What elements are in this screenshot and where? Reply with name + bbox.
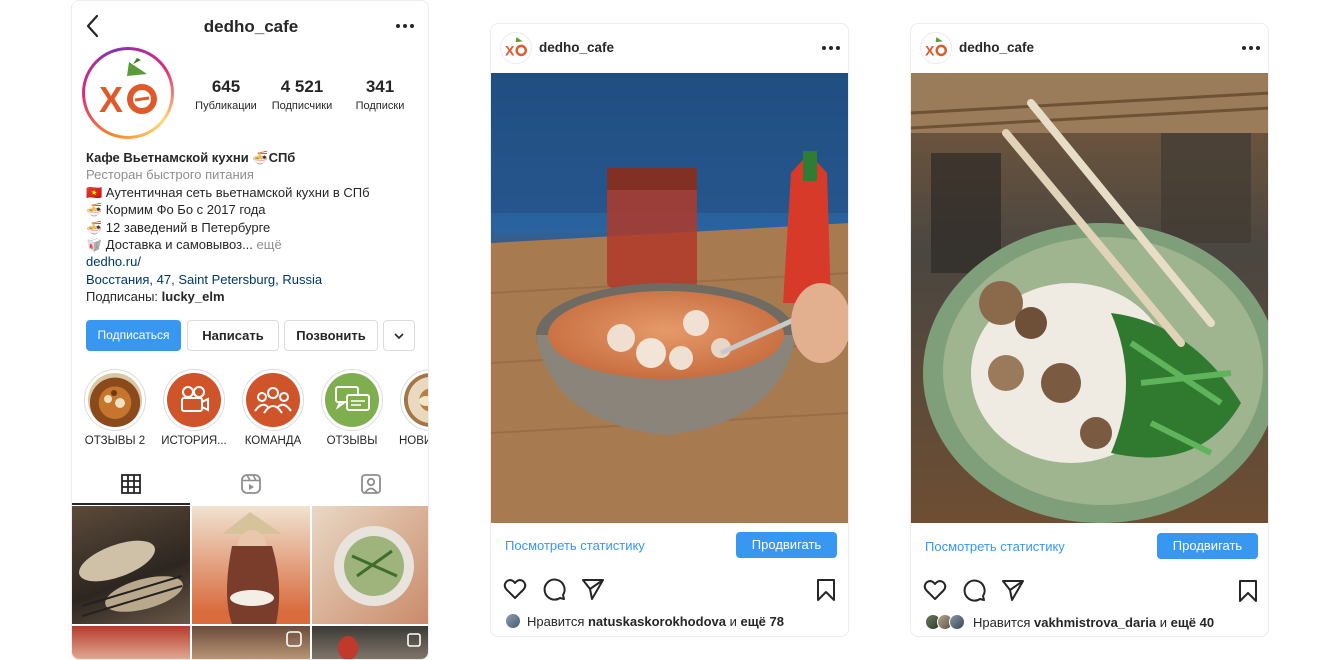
like-heart-icon[interactable] (922, 577, 948, 603)
food-photo-icon (419, 396, 428, 406)
tab-active-indicator (72, 503, 190, 505)
grid-photo[interactable] (72, 626, 190, 659)
person-hat-icon (222, 512, 282, 624)
svg-text:X: X (505, 42, 515, 58)
bio-line: 🇻🇳 Аутентичная сеть вьетнамской кухни в … (86, 184, 370, 200)
highlight-reviews[interactable] (321, 369, 383, 431)
post-username[interactable]: dedho_cafe (539, 40, 614, 55)
tagged-icon[interactable] (360, 473, 382, 495)
soup-photo-icon (104, 390, 125, 408)
highlight-label: ИСТОРИЯ... (161, 435, 227, 447)
profile-screen: dedho_cafe X 645 Публикации 4 521 Подпис… (71, 0, 429, 660)
camera-icon (181, 386, 209, 412)
suggested-chevron-button[interactable] (383, 320, 415, 351)
highlight-label: КОМАНДА (244, 435, 302, 447)
bookmark-icon[interactable] (1235, 578, 1261, 604)
chat-icon (335, 386, 370, 411)
promote-button[interactable]: Продвигать (736, 532, 837, 558)
post-avatar[interactable]: X (500, 32, 532, 64)
cafe-logo-icon: X (505, 37, 527, 58)
likes-summary: Нравится natuskaskorokhodova и ещё 78 (527, 614, 784, 629)
highlight-label: ОТЗЫВЫ (326, 435, 378, 447)
liker-avatar[interactable] (505, 613, 521, 629)
stat-followers[interactable]: 4 521 Подписчики (264, 77, 340, 112)
post-avatar[interactable]: X (920, 32, 952, 64)
profile-username: dedho_cafe (203, 17, 299, 36)
cafe-logo-icon: X (925, 37, 947, 58)
profile-header: dedho_cafe (72, 1, 428, 53)
like-heart-icon[interactable] (502, 576, 528, 602)
stat-following[interactable]: 341 Подписки (342, 77, 418, 112)
highlight-label: ОТЗЫВЫ 2 (84, 435, 146, 447)
bio-address-link[interactable]: Восстания, 47, Saint Petersburg, Russia (86, 271, 421, 288)
comment-icon[interactable] (961, 577, 987, 603)
message-button[interactable]: Написать (187, 320, 279, 351)
highlight-team[interactable] (242, 369, 304, 431)
rice-bowl-photo-icon (911, 73, 1268, 523)
likes-more-link[interactable]: ещё 78 (740, 614, 784, 629)
highlight-label: НОВИ (399, 435, 429, 447)
view-stats-link[interactable]: Посмотреть статистику (925, 539, 1065, 554)
bio-followed-by: Подписаны: lucky_elm (86, 289, 225, 305)
comment-icon[interactable] (541, 576, 567, 602)
profile-bio: Кафе Вьетнамской кухни 🍜СПб Ресторан быс… (86, 149, 421, 306)
bio-category: Ресторан быстрого питания (86, 167, 254, 183)
bowl-icon (334, 526, 414, 606)
view-stats-link[interactable]: Посмотреть статистику (505, 538, 645, 553)
follow-button[interactable]: Подписаться (86, 320, 181, 351)
bio-line: 🍜 12 заведений в Петербурге (86, 219, 271, 235)
grid-icon[interactable] (120, 473, 142, 495)
profile-avatar[interactable]: X (82, 47, 174, 139)
post-photo[interactable] (911, 73, 1268, 523)
post-header: X dedho_cafe (911, 24, 1268, 73)
post-header: X dedho_cafe (491, 24, 848, 73)
reels-icon[interactable] (240, 473, 262, 495)
reel-badge-icon (286, 631, 302, 647)
share-icon[interactable] (580, 576, 606, 602)
promote-button[interactable]: Продвигать (1157, 533, 1258, 559)
grill-icon (79, 540, 183, 617)
grid-photo[interactable] (192, 506, 310, 624)
team-icon (254, 387, 292, 414)
stat-posts[interactable]: 645 Публикации (188, 77, 264, 112)
bio-name: Кафе Вьетнамской кухни 🍜СПб (86, 150, 296, 165)
liker-username-link[interactable]: vakhmistrova_daria (1034, 615, 1156, 630)
highlight-new[interactable] (400, 369, 428, 431)
post-card: X dedho_cafe Посмотреть статистику Продв… (490, 23, 849, 637)
highlight-history[interactable] (163, 369, 225, 431)
liker-avatar[interactable] (949, 614, 965, 630)
lantern-icon (338, 633, 421, 659)
likes-summary: Нравится vakhmistrova_daria и ещё 40 (973, 615, 1215, 630)
bookmark-icon[interactable] (813, 577, 839, 603)
liker-username-link[interactable]: natuskaskorokhodova (588, 614, 726, 629)
svg-text:X: X (99, 79, 123, 120)
svg-text:X: X (925, 42, 935, 58)
cafe-logo-icon: X (99, 58, 157, 120)
soup-photo-icon (491, 73, 848, 523)
post-username[interactable]: dedho_cafe (959, 40, 1034, 55)
more-options-icon[interactable] (822, 46, 842, 52)
chevron-down-icon (394, 333, 404, 340)
grid-photo[interactable] (72, 506, 190, 624)
grid-photo[interactable] (312, 506, 428, 624)
bio-line-last: 🥡 Доставка и самовывоз... ещё (86, 237, 282, 253)
likes-more-link[interactable]: ещё 40 (1171, 615, 1215, 630)
grid-photo[interactable] (192, 626, 310, 659)
post-card: X dedho_cafe Посмотреть статистику Продв… (910, 23, 1269, 637)
bio-website-link[interactable]: dedho.ru/ (86, 253, 421, 270)
followed-by-user-link[interactable]: lucky_elm (162, 289, 225, 304)
post-photo[interactable] (491, 73, 848, 523)
more-options-icon[interactable] (396, 24, 416, 30)
share-icon[interactable] (1000, 577, 1026, 603)
grid-photo[interactable] (312, 626, 428, 659)
call-button[interactable]: Позвонить (284, 320, 378, 351)
bio-more-link[interactable]: ещё (253, 237, 282, 252)
photo-grid (72, 506, 428, 659)
bio-line: 🍜 Кормим Фо Бо с 2017 года (86, 202, 266, 218)
more-options-icon[interactable] (1242, 46, 1262, 52)
highlight-reviews-2[interactable] (84, 369, 146, 431)
